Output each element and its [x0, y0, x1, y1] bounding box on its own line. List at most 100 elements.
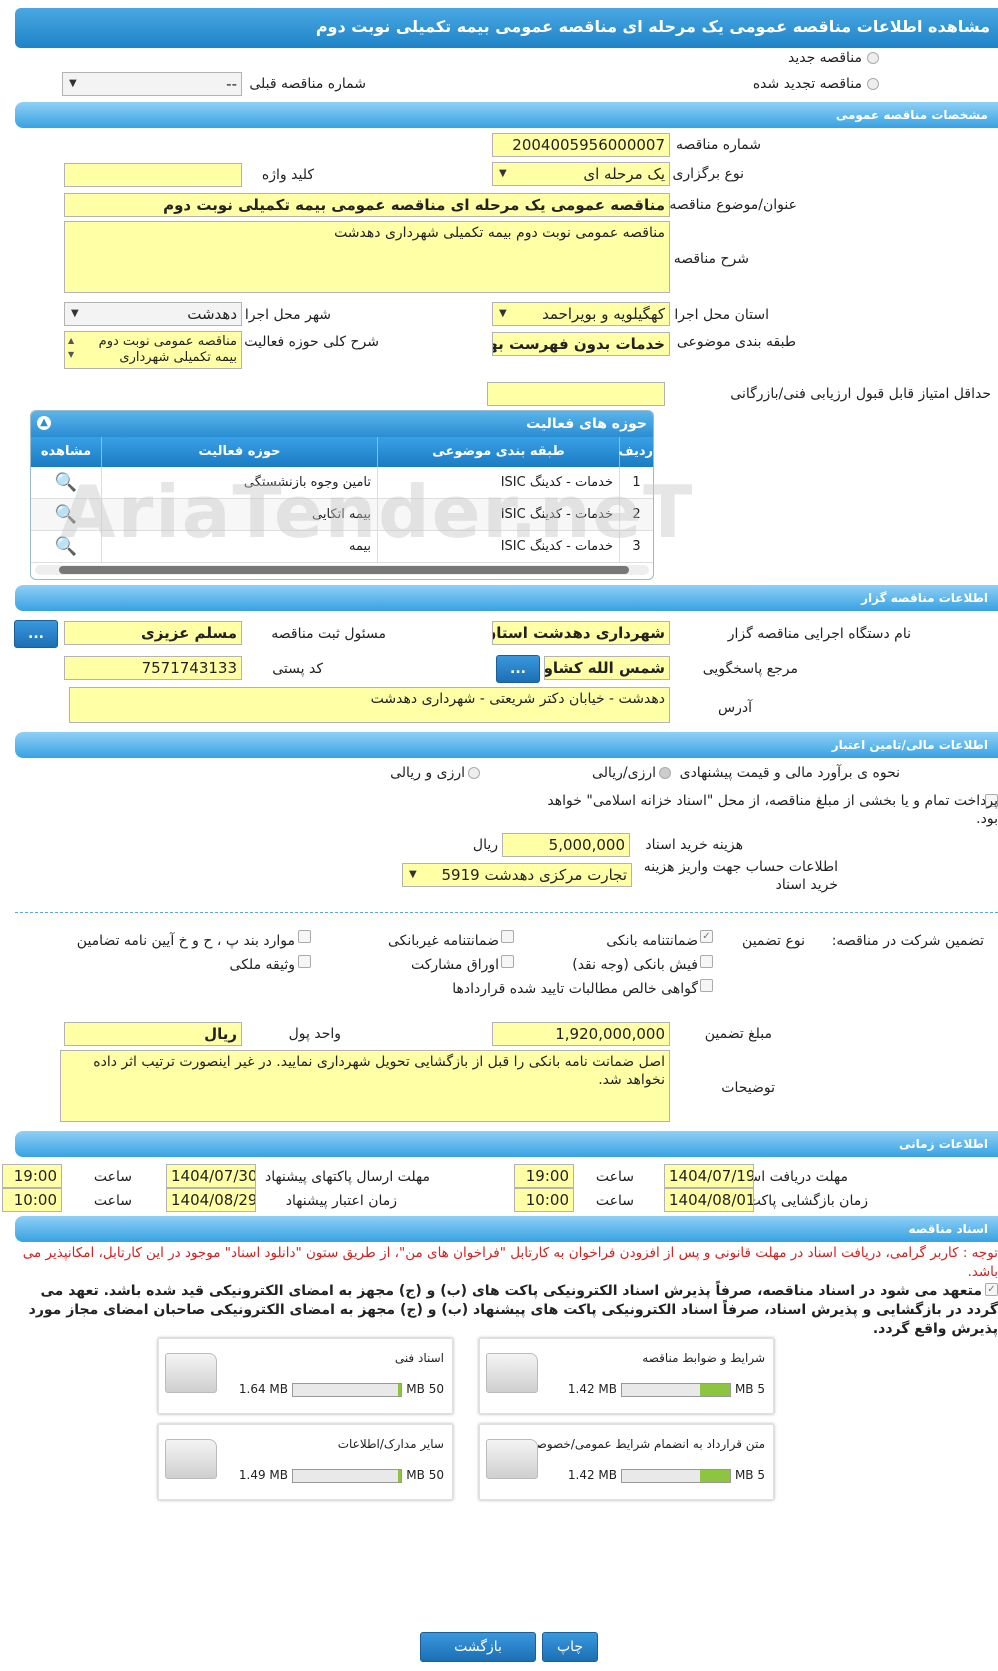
open-time: 10:00 [514, 1188, 574, 1212]
postal-label: کد پستی [272, 661, 323, 677]
tender-number-label: شماره مناقصه [676, 137, 761, 153]
foreign-rial-radio[interactable] [468, 767, 480, 779]
receive-time-label: ساعت [595, 1169, 634, 1185]
rial-radio[interactable] [659, 767, 671, 779]
responder-label: مرجع پاسخگویی [702, 661, 798, 677]
back-button[interactable]: بازگشت [420, 1632, 536, 1662]
open-time-label: ساعت [595, 1193, 634, 1209]
chevron-down-icon: ▼ [499, 168, 507, 179]
scroll-arrows-icon[interactable]: ▲ ▼ [68, 334, 74, 362]
subject-label: عنوان/موضوع مناقصه [669, 197, 797, 213]
org-label: نام دستگاه اجرایی مناقصه گزار [727, 626, 911, 642]
responder-more-button[interactable]: ... [496, 655, 540, 683]
file-card[interactable]: شرایط و ضوابط مناقصه 5 MB 1.42 MB [479, 1338, 774, 1414]
province-select[interactable]: کهگیلویه و بویراحمد ▼ [492, 302, 670, 326]
commit-text: متعهد می شود در اسناد مناقصه، صرفاً پذیر… [28, 1283, 998, 1337]
file-card[interactable]: متن قرارداد به انضمام شرایط عمومی/خصوصی … [479, 1424, 774, 1500]
registrar-field: مسلم عزیزی [64, 621, 242, 645]
postal-field: 7571743133 [64, 656, 242, 680]
foreign-rial-label: ارزی و ریالی [390, 765, 465, 781]
currency-field: ریال [64, 1022, 242, 1046]
guarantee-type-label: نوع تضمین [742, 933, 805, 949]
min-score-label: حداقل امتیاز قابل قبول ارزیابی فنی/بازرگ… [730, 386, 991, 402]
file-card[interactable]: سایر مدارک/اطلاعات 50 MB 1.49 MB [158, 1424, 453, 1500]
description-field: مناقصه عمومی نوبت دوم بیمه تکمیلی شهردار… [64, 221, 670, 293]
file-size: 1.42 MB [567, 1382, 617, 1396]
category-field: خدمات بدون فهرست بها [492, 332, 670, 356]
folder-icon [165, 1353, 217, 1393]
g-items-checkbox [298, 930, 311, 943]
file-name: اسناد فنی [394, 1351, 444, 1365]
receive-time: 19:00 [514, 1164, 574, 1188]
city-select[interactable]: دهدشت ▼ [64, 302, 242, 326]
col-view: مشاهده [40, 444, 92, 459]
chevron-down-icon: ▼ [409, 869, 417, 880]
file-name: متن قرارداد به انضمام شرایط عمومی/خصوصی [526, 1437, 765, 1451]
activity-grid-header: ردیف طبقه بندی موضوعی حوزه فعالیت مشاهده [31, 437, 653, 467]
g-bonds-checkbox [501, 955, 514, 968]
description-label: شرح مناقصه [673, 251, 749, 267]
open-date: 1404/08/01 [664, 1188, 754, 1212]
account-label: اطلاعات حساب جهت واریز هزینه خرید اسناد [643, 859, 838, 893]
section-general: مشخصات مناقصه عمومی [15, 102, 998, 128]
send-time: 19:00 [2, 1164, 62, 1188]
g-receivable-label: گواهی خالص مطالبات تایید شده قراردادها [452, 981, 698, 997]
section-timing: اطلاعات زمانی [15, 1131, 998, 1157]
new-tender-radio[interactable] [867, 52, 879, 64]
g-cash-checkbox [700, 955, 713, 968]
guarantee-label: تضمین شرکت در مناقصه: [831, 933, 984, 949]
chevron-down-icon: ▼ [71, 308, 79, 319]
valid-label: زمان اعتبار پیشنهاد [285, 1193, 397, 1209]
file-progress [621, 1383, 731, 1397]
horizontal-scrollbar[interactable] [35, 565, 649, 575]
section-finance: اطلاعات مالی/تامین اعتبار [15, 732, 998, 758]
registrar-more-button[interactable]: ... [14, 620, 58, 648]
doc-fee-field: 5,000,000 [502, 833, 630, 857]
file-max: 5 MB [734, 1468, 765, 1482]
file-card[interactable]: اسناد فنی 50 MB 1.64 MB [158, 1338, 453, 1414]
chevron-down-icon: ▼ [69, 78, 77, 89]
file-size: 1.49 MB [238, 1468, 288, 1482]
file-progress [292, 1469, 402, 1483]
renewed-tender-label: مناقصه تجدید شده [752, 76, 862, 92]
responder-field: شمس الله کشاورز [544, 656, 670, 680]
g-cash-label: فیش بانکی (وجه نقد) [572, 957, 698, 973]
amount-field: 1,920,000,000 [492, 1022, 670, 1046]
type-select[interactable]: یک مرحله ای ▼ [492, 162, 670, 186]
g-bank-label: ضمانتنامه بانکی [606, 933, 698, 949]
renewed-tender-radio[interactable] [867, 78, 879, 90]
prev-number-select[interactable]: -- ▼ [62, 72, 242, 96]
print-button[interactable]: چاپ [542, 1632, 598, 1662]
type-label: نوع برگزاری [672, 166, 744, 182]
tender-number-field: 2004005956000007 [492, 133, 670, 157]
registrar-label: مسئول ثبت مناقصه [271, 626, 386, 642]
g-items-label: موارد بند پ ، ح و خ آیین نامه تضامین [76, 933, 295, 949]
send-time-label: ساعت [93, 1169, 132, 1185]
file-size: 1.64 MB [238, 1382, 288, 1396]
g-nonbank-checkbox [501, 930, 514, 943]
page-title: مشاهده اطلاعات مناقصه عمومی یک مرحله ای … [15, 8, 998, 48]
g-bank-checkbox: ✓ [700, 930, 713, 943]
rial-label: ارزی/ریالی [592, 765, 656, 781]
activity-desc-field: مناقصه عمومی نوبت دوم بیمه تکمیلی شهردار… [64, 331, 242, 369]
notes-field: اصل ضمانت نامه بانکی را قبل از بازگشایی … [60, 1050, 670, 1122]
folder-icon [165, 1439, 217, 1479]
org-field: شهرداری دهدشت استان کهگیلویه [492, 621, 670, 645]
prev-number-label: شماره مناقصه قبلی [249, 76, 366, 92]
g-property-label: وثیقه ملکی [229, 957, 295, 973]
valid-date: 1404/08/29 [166, 1188, 256, 1212]
file-size: 1.42 MB [567, 1468, 617, 1482]
section-organizer: اطلاعات مناقصه گزار [15, 585, 998, 611]
g-bonds-label: اوراق مشارکت [410, 957, 499, 973]
amount-label: مبلغ تضمین [704, 1026, 772, 1042]
doc-fee-label: هزینه خرید اسناد [645, 837, 743, 853]
divider [15, 912, 998, 913]
account-select[interactable]: تجارت مرکزی دهدشت 5919 ▼ [402, 863, 632, 887]
currency-label: واحد پول [288, 1026, 341, 1042]
new-tender-label: مناقصه جدید [787, 50, 862, 66]
watermark-logo: AriaTender.neT [60, 470, 695, 554]
islamic-treasury-text: پرداخت تمام و یا بخشی از مبلغ مناقصه، از… [547, 793, 998, 827]
keyword-field[interactable] [64, 163, 242, 187]
collapse-icon[interactable]: ▲ [37, 416, 51, 430]
file-name: سایر مدارک/اطلاعات [337, 1437, 444, 1451]
